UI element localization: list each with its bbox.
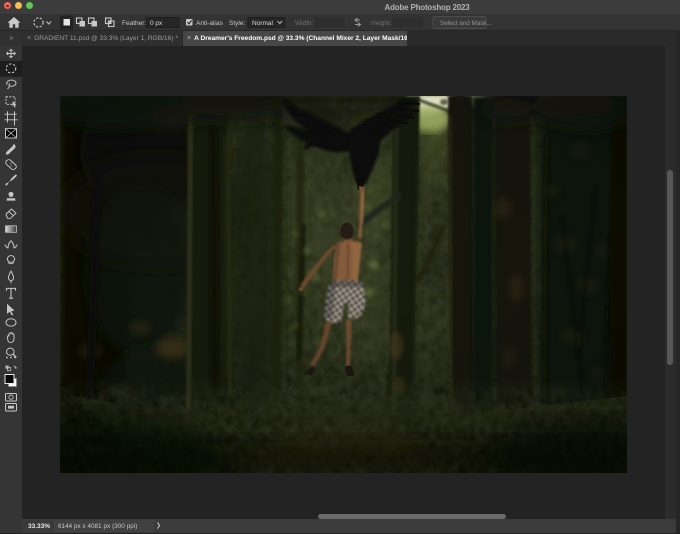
svg-text:Select and Mask...: Select and Mask... [440, 20, 492, 27]
svg-text:Anti-alias: Anti-alias [196, 20, 223, 27]
svg-text:Feather:: Feather: [122, 20, 146, 27]
svg-text:Width:: Width: [295, 20, 314, 27]
svg-text:Height:: Height: [371, 20, 392, 27]
svg-text:Normal: Normal [252, 20, 274, 27]
svg-text:0 px: 0 px [150, 20, 163, 27]
svg-text:Style:: Style: [229, 20, 245, 27]
